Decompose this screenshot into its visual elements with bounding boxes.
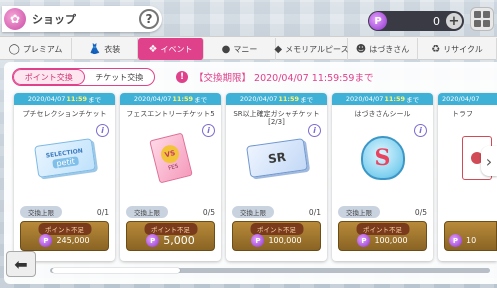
- event-icon: ❖: [148, 43, 158, 55]
- exchange-button[interactable]: P 10: [444, 221, 497, 251]
- page-header: ✿ ショップ: [2, 6, 162, 32]
- tab-costume[interactable]: 👗 衣装: [72, 38, 138, 60]
- shop-tabs: ◯ プレミアム 👗 衣装 ❖ イベント ● マニー ◆ メモリアルピース ☻ はづきさん ♻…: [0, 36, 497, 60]
- hazuki-seal-icon: S: [360, 136, 405, 180]
- exchange-limit: 交換上限 0/1: [20, 206, 109, 218]
- info-icon[interactable]: i: [96, 124, 109, 137]
- point-icon: P: [251, 234, 265, 247]
- info-icon[interactable]: i: [202, 124, 215, 137]
- fes-ticket-icon: VS FES: [148, 132, 193, 184]
- shop-icon: ✿: [4, 8, 26, 30]
- item-deadline: 2020/04/07 11:59 まで: [120, 93, 221, 105]
- tab-recycle[interactable]: ♻ リサイクル: [418, 38, 497, 60]
- currency-value: 0: [433, 14, 440, 28]
- point-icon: P: [357, 234, 371, 247]
- exchange-button[interactable]: ポイント不足 P 245,000: [20, 221, 109, 251]
- exchange-limit: 交換上限 0/1: [232, 206, 321, 218]
- item-deadline: 2020/04/07 11:59 まで: [332, 93, 433, 105]
- back-button[interactable]: ⬅: [6, 251, 36, 277]
- shop-item-card[interactable]: 2020/04/07 11:59 まで プチセレクションチケット i SELECTI…: [14, 93, 115, 261]
- exchange-limit: 交換上限 0/5: [126, 206, 215, 218]
- item-cost: 245,000: [56, 236, 90, 245]
- next-page-button[interactable]: ›: [481, 146, 497, 176]
- point-icon: P: [369, 12, 387, 30]
- page-title: ショップ: [32, 13, 76, 26]
- item-cost: 10: [466, 236, 477, 245]
- recycle-icon: ♻: [431, 43, 441, 55]
- tab-memorial-piece[interactable]: ◆ メモリアルピース: [274, 38, 349, 60]
- info-icon[interactable]: i: [308, 124, 321, 137]
- exchange-limit: 交換上限 0/5: [338, 206, 427, 218]
- shop-item-card[interactable]: 2020/04/07 11:59 まで フェスエントリーチケット5 i VS FES…: [120, 93, 221, 261]
- item-deadline: 2020/04/07: [438, 93, 497, 105]
- memorial-piece-icon: ◆: [274, 43, 283, 55]
- item-deadline: 2020/04/07 11:59 まで: [14, 93, 115, 105]
- point-icon: P: [449, 234, 462, 247]
- exchange-deadline: ! 【交換期限】 2020/04/07 11:59:59まで: [176, 68, 373, 86]
- selection-ticket-icon: SELECTION petit: [33, 138, 96, 178]
- deadline-text: 【交換期限】 2020/04/07 11:59:59まで: [194, 73, 374, 84]
- hazuki-icon: ☻: [355, 43, 367, 55]
- tab-money[interactable]: ● マニー: [204, 38, 276, 60]
- exchange-button[interactable]: ポイント不足 P 100,000: [232, 221, 321, 251]
- tab-event[interactable]: ❖ イベント: [138, 38, 204, 60]
- point-icon: P: [39, 234, 53, 247]
- exchange-button[interactable]: ポイント不足 P 100,000: [338, 221, 427, 251]
- info-icon[interactable]: i: [414, 124, 427, 137]
- shop-item-card[interactable]: 2020/04/07 トラフ P 10: [438, 93, 497, 261]
- item-cost: 100,000: [268, 236, 302, 245]
- exchange-type-toggle: ポイント交換 チケット交換: [12, 68, 155, 86]
- sr-ticket-icon: SR: [245, 138, 308, 178]
- point-icon: P: [146, 234, 160, 247]
- premium-icon: ◯: [8, 43, 20, 55]
- shop-item-card[interactable]: 2020/04/07 11:59 まで はづきさんシール i S 交換上限 0/5 …: [332, 93, 433, 261]
- item-image: i VS FES: [120, 124, 221, 188]
- exchange-button[interactable]: ポイント不足 P 5,000: [126, 221, 215, 251]
- menu-grid-icon: [474, 11, 481, 18]
- item-cost: 5,000: [163, 234, 195, 247]
- item-image: i S: [332, 124, 433, 188]
- costume-icon: 👗: [88, 43, 102, 55]
- help-button[interactable]: ?: [139, 9, 159, 29]
- item-deadline: 2020/04/07 11:59 まで: [226, 93, 327, 105]
- menu-grid-button[interactable]: [470, 7, 494, 31]
- tab-premium[interactable]: ◯ プレミアム: [0, 38, 72, 60]
- currency-display: P 0 +: [368, 11, 464, 31]
- item-image: i SELECTION petit: [14, 124, 115, 188]
- tab-hazuki[interactable]: ☻ はづきさん: [348, 38, 418, 60]
- alert-icon: !: [176, 71, 188, 83]
- add-currency-button[interactable]: +: [446, 13, 462, 29]
- scrollbar-thumb[interactable]: [52, 268, 180, 273]
- money-icon: ●: [221, 43, 231, 55]
- point-exchange-tab[interactable]: ポイント交換: [13, 69, 85, 85]
- ticket-exchange-tab[interactable]: チケット交換: [85, 69, 155, 85]
- item-cost: 100,000: [374, 236, 408, 245]
- shop-item-card[interactable]: 2020/04/07 11:59 まで SR以上確定ガシャチケット [2/3] i …: [226, 93, 327, 261]
- item-image: i SR: [226, 124, 327, 188]
- item-name: トラフ: [452, 110, 473, 118]
